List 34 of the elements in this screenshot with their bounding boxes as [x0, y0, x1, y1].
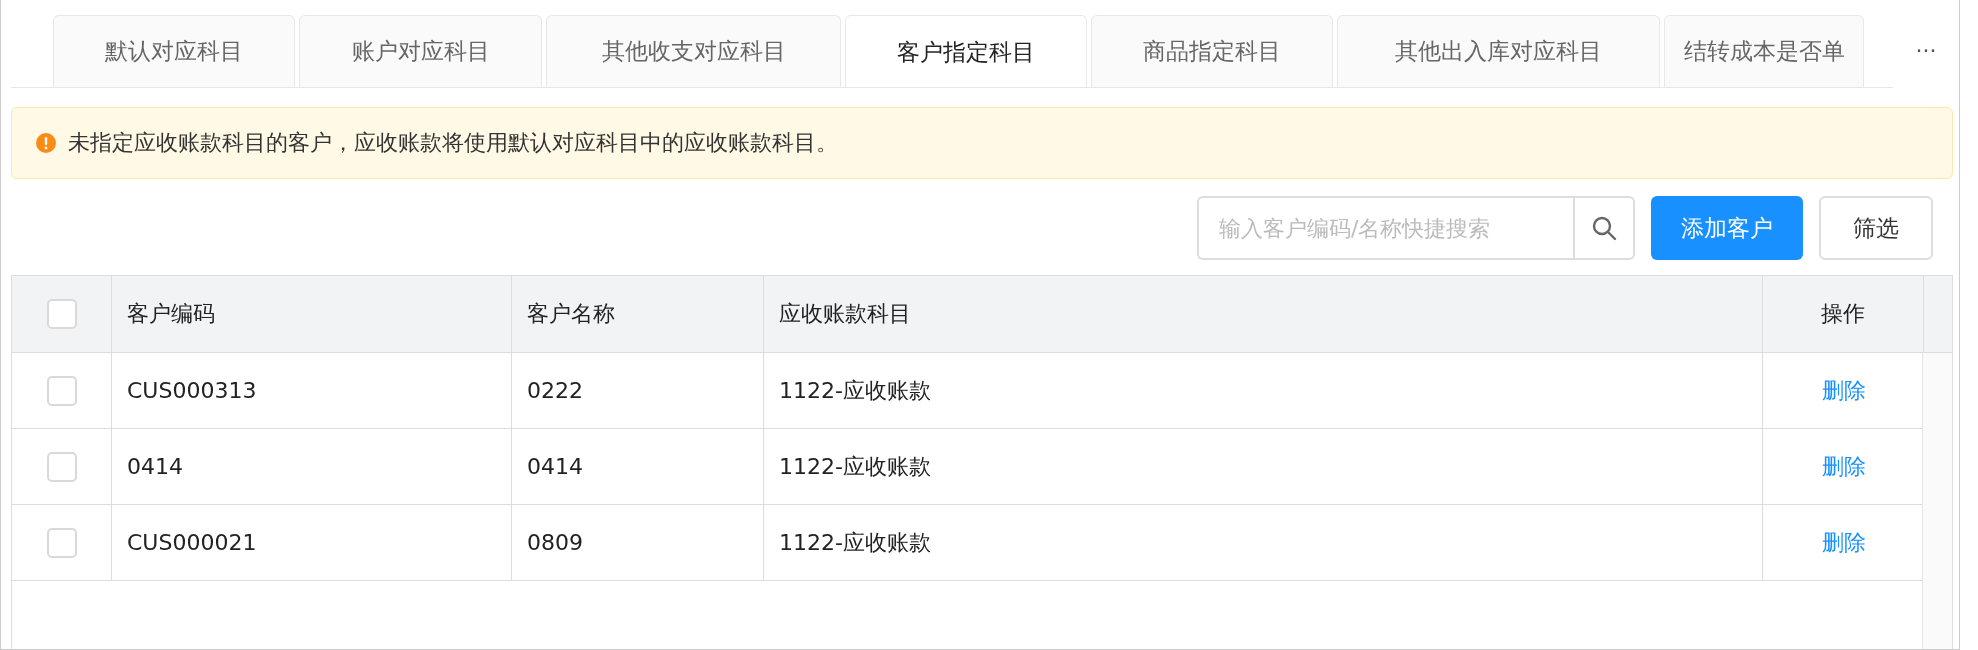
checkbox[interactable] [46, 451, 77, 482]
tab[interactable]: 商品指定科目 [1091, 15, 1333, 87]
column-header: 操作 [1821, 300, 1865, 328]
tab[interactable]: 其他收支对应科目 [546, 15, 841, 87]
table-cell: 0809 [527, 530, 583, 555]
tab[interactable]: 结转成本是否单 [1664, 15, 1864, 87]
table-cell: 0414 [127, 454, 183, 479]
search-field[interactable]: 输入客户编码/名称快捷搜索 [1197, 196, 1573, 260]
column-header: 应收账款科目 [779, 300, 911, 328]
checkbox[interactable] [46, 375, 77, 406]
table-cell: CUS000313 [127, 378, 257, 403]
delete-link[interactable]: 删除 [1821, 451, 1866, 482]
delete-link[interactable]: 删除 [1821, 527, 1866, 558]
filter-button[interactable]: 筛选 [1819, 196, 1933, 260]
tab[interactable]: 其他出入库对应科目 [1337, 15, 1660, 87]
table-cell-text: 1122-应收账款 [779, 452, 931, 481]
table-cell: 0222 [527, 378, 583, 403]
tab[interactable]: 账户对应科目 [299, 15, 542, 87]
checkbox[interactable] [46, 299, 77, 329]
tab[interactable]: 客户指定科目 [845, 15, 1087, 87]
checkbox[interactable] [46, 527, 77, 558]
search-button[interactable] [1573, 196, 1635, 260]
tab[interactable]: 默认对应科目 [53, 15, 295, 87]
warning-icon [36, 133, 56, 153]
search-icon [1591, 215, 1617, 241]
delete-link[interactable]: 删除 [1821, 375, 1866, 406]
table-cell-text: 1122-应收账款 [779, 528, 931, 557]
add-button[interactable]: 添加客户 [1651, 196, 1803, 260]
table-cell: CUS000021 [127, 530, 257, 555]
column-header: 客户编码 [127, 300, 215, 328]
column-header: 客户名称 [527, 300, 615, 328]
table-cell-text: 1122-应收账款 [779, 376, 931, 405]
alert-text: 未指定应收账款科目的客户，应收账款将使用默认对应科目中的应收账款科目。 [68, 129, 838, 157]
table-cell: 0414 [527, 454, 583, 479]
